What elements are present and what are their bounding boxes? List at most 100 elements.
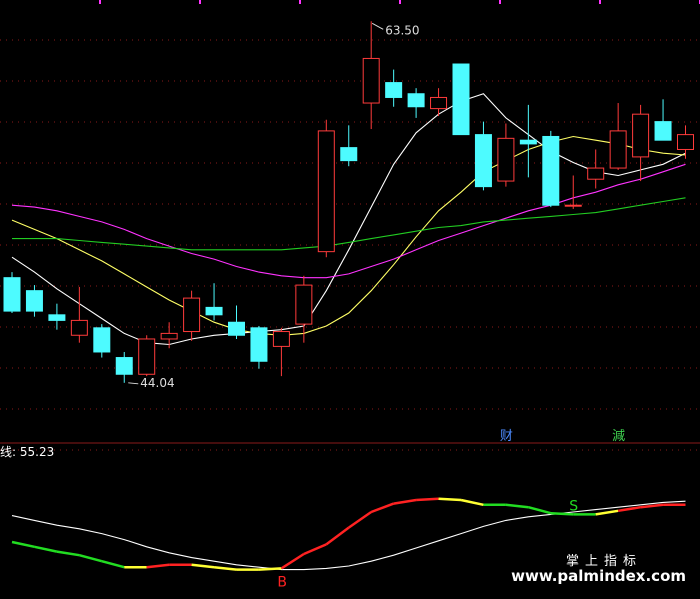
- low-price-label: 44.04: [140, 376, 174, 390]
- candle: [295, 275, 313, 343]
- candle-body: [295, 284, 313, 325]
- candle-body: [407, 93, 425, 108]
- candle-body: [609, 130, 627, 169]
- candle-body: [183, 297, 201, 333]
- stock-chart: 63.50 44.04 财減 线: 55.23 BS: [0, 0, 700, 590]
- candle-body: [542, 135, 560, 206]
- candle-body: [48, 314, 66, 321]
- candle-body: [677, 134, 694, 150]
- candle-body: [3, 277, 21, 312]
- candle-body: [115, 357, 133, 375]
- candle: [654, 99, 672, 141]
- indicator-segment: [325, 526, 350, 546]
- signal-marker: S: [569, 498, 578, 514]
- candle-body: [205, 306, 223, 316]
- candlesticks: [3, 21, 694, 383]
- candle: [250, 325, 268, 369]
- candle-body: [70, 319, 88, 336]
- ma20-line: [11, 163, 686, 279]
- candle-body: [564, 204, 582, 207]
- candle: [430, 88, 448, 117]
- indicator-segment: [595, 509, 619, 516]
- candle: [272, 327, 290, 377]
- indicator-segment: [191, 563, 215, 569]
- candle-body: [654, 121, 672, 141]
- indicator-segment: [640, 503, 664, 509]
- candle: [542, 130, 560, 208]
- candle-body: [632, 113, 650, 158]
- candle: [362, 21, 380, 130]
- candle: [609, 103, 627, 170]
- candle-body: [250, 327, 268, 362]
- candle: [340, 125, 358, 167]
- watermark-url: www.palmindex.com: [511, 567, 686, 585]
- indicator-segment: [528, 505, 552, 515]
- indicator-value-label: 线: 55.23: [0, 445, 54, 459]
- candle: [452, 63, 470, 136]
- candle: [519, 104, 537, 178]
- ma60-line: [12, 197, 686, 251]
- indicator-segment: [213, 565, 237, 571]
- candle: [385, 69, 403, 107]
- indicator-segment: [56, 550, 80, 557]
- candle-body: [452, 63, 470, 136]
- indicator-segment: [146, 563, 170, 569]
- grid-lines: [0, 0, 700, 451]
- candle: [183, 290, 201, 341]
- candle-body: [474, 134, 492, 188]
- indicator-segment: [258, 567, 282, 571]
- indicator-segment: [617, 505, 641, 513]
- candle-body: [362, 57, 380, 104]
- candle: [677, 125, 694, 159]
- candle: [115, 351, 133, 383]
- candle-body: [25, 290, 43, 312]
- candle: [93, 324, 111, 358]
- indicator-segment: [280, 552, 305, 570]
- event-badges: 财減: [500, 428, 625, 444]
- indicator-segment: [303, 543, 327, 556]
- signal-marker: B: [277, 574, 287, 590]
- candle: [25, 285, 43, 317]
- candle: [228, 305, 245, 339]
- ma10-line: [11, 135, 686, 336]
- indicator-segment: [101, 559, 125, 569]
- indicator-segment: [79, 553, 103, 563]
- candle-body: [93, 327, 111, 353]
- candle: [564, 175, 582, 209]
- indicator-segment: [34, 545, 58, 553]
- candle-body: [138, 338, 156, 375]
- high-pointer: [371, 22, 384, 30]
- indicator-segment: [416, 497, 439, 502]
- candle: [587, 149, 605, 189]
- candle-body: [519, 139, 537, 145]
- candle: [474, 121, 492, 191]
- candle-body: [317, 130, 335, 253]
- low-pointer: [128, 382, 139, 385]
- indicator-segment: [370, 502, 395, 514]
- indicator-segment: [505, 503, 529, 509]
- event-badge: 财: [500, 429, 513, 444]
- event-badge: 減: [612, 428, 625, 444]
- indicator-segment: [438, 497, 462, 502]
- candle: [497, 123, 515, 187]
- candle-body: [272, 331, 290, 347]
- indicator-segment: [348, 510, 372, 529]
- candle-body: [430, 96, 448, 110]
- candle: [138, 335, 156, 377]
- candle: [632, 104, 650, 182]
- candle-body: [340, 147, 358, 162]
- candle-body: [228, 321, 245, 336]
- indicator-segment: [393, 498, 417, 505]
- candle: [70, 286, 88, 343]
- candle-body: [587, 167, 605, 180]
- high-price-label: 63.50: [385, 23, 419, 37]
- candle: [317, 119, 335, 258]
- indicator-segment: [11, 540, 35, 549]
- candle: [407, 88, 425, 118]
- candle: [48, 303, 66, 330]
- candle-body: [497, 137, 515, 182]
- candle: [3, 272, 21, 313]
- indicator-segment: [460, 498, 484, 507]
- candle-body: [385, 82, 403, 98]
- candle-body: [160, 332, 178, 340]
